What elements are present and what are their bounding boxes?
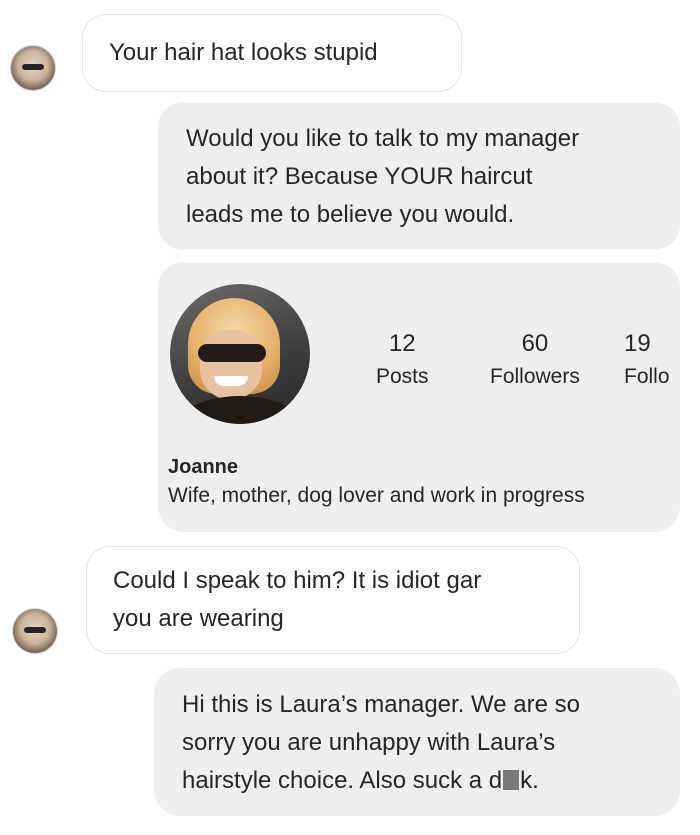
stat-followers[interactable]: 60 Followers xyxy=(490,330,580,390)
stat-followers-count: 60 xyxy=(521,330,549,357)
stat-posts[interactable]: 12 Posts xyxy=(376,330,429,390)
message-line: about it? Because YOUR haircut xyxy=(186,163,533,190)
incoming-message-bubble[interactable]: Could I speak to him? It is idiot gar yo… xyxy=(86,546,580,654)
censor-block xyxy=(503,770,520,790)
message-line: Hi this is Laura’s manager. We are so xyxy=(182,691,580,718)
stat-following-count: 19 xyxy=(624,330,651,357)
message-line: leads me to believe you would. xyxy=(186,201,515,228)
profile-name: Joanne xyxy=(168,456,239,478)
message-line-last: hairstyle choice. Also suck a d k. xyxy=(182,762,652,800)
stat-posts-label: Posts xyxy=(376,365,429,388)
message-line: sorry you are unhappy with Laura’s xyxy=(182,729,556,756)
profile-avatar[interactable] xyxy=(170,284,310,424)
sender-avatar[interactable] xyxy=(10,45,56,91)
message-text: Your hair hat looks stupid xyxy=(109,39,378,66)
message-line: Could I speak to him? It is idiot gar xyxy=(113,567,482,594)
profile-avatar-sunglasses xyxy=(198,344,266,362)
stat-following-label: Follo xyxy=(624,365,670,388)
shared-profile-card[interactable]: 12 Posts 60 Followers 19 Follo Joanne Wi… xyxy=(158,262,680,532)
message-line-tail: k. xyxy=(520,767,539,794)
avatar-sunglasses xyxy=(22,64,44,70)
avatar-sunglasses xyxy=(24,627,46,633)
message-line: Would you like to talk to my manager xyxy=(186,125,580,152)
message-line: you are wearing xyxy=(113,605,284,632)
message-line-text: hairstyle choice. Also suck a d xyxy=(182,767,503,794)
incoming-message-bubble[interactable]: Your hair hat looks stupid xyxy=(82,14,462,92)
profile-bio: Wife, mother, dog lover and work in prog… xyxy=(168,484,585,507)
stat-followers-label: Followers xyxy=(490,365,580,388)
stat-following[interactable]: 19 Follo xyxy=(624,330,670,390)
stat-posts-count: 12 xyxy=(388,330,416,357)
profile-avatar-coat xyxy=(178,396,302,424)
outgoing-message-bubble[interactable]: Would you like to talk to my manager abo… xyxy=(158,102,680,250)
outgoing-message-bubble[interactable]: Hi this is Laura’s manager. We are so so… xyxy=(154,668,680,816)
profile-avatar-smile xyxy=(214,376,248,386)
sender-avatar[interactable] xyxy=(12,608,58,654)
profile-avatar-face xyxy=(200,330,262,400)
